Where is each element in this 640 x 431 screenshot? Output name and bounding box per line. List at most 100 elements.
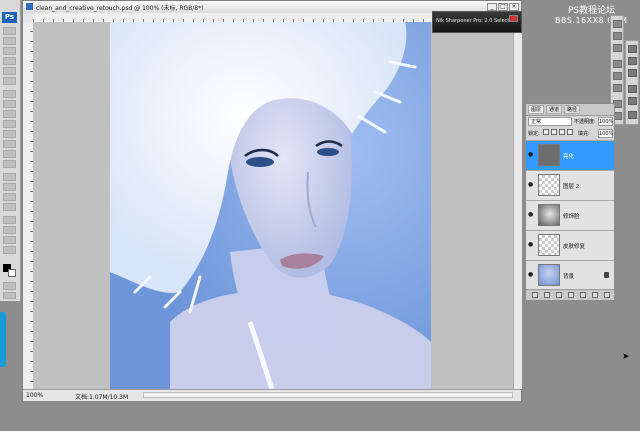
opacity-field[interactable]: 100%	[598, 117, 613, 126]
ruler-origin[interactable]	[23, 13, 33, 22]
layer-name: 背景	[563, 274, 575, 280]
panel-dock-secondary	[625, 40, 639, 125]
status-bar: 100% 文档:1.07M/10.3M	[23, 389, 521, 401]
layer-thumbnail	[538, 144, 560, 166]
new-layer-icon[interactable]	[592, 292, 598, 298]
eyedropper-tool-icon[interactable]	[3, 226, 16, 234]
layer-name: 图层 2	[563, 184, 580, 190]
fill-field[interactable]: 100%	[598, 129, 613, 138]
background-color-swatch[interactable]	[8, 269, 16, 277]
horizontal-scrollbar[interactable]	[143, 392, 513, 398]
document-size-info[interactable]: 文档:1.07M/10.3M	[75, 392, 128, 401]
link-layers-icon[interactable]	[532, 292, 538, 298]
layer-name: 亮化	[563, 154, 575, 160]
canvas-area[interactable]	[33, 22, 513, 389]
brush-tool-icon[interactable]	[3, 100, 16, 108]
shape-tool-icon[interactable]	[3, 203, 16, 211]
layer-row[interactable]: ● 修饰脸	[526, 200, 614, 231]
eraser-tool-icon[interactable]	[3, 130, 16, 138]
swatches-icon[interactable]	[613, 72, 622, 80]
paragraph-icon[interactable]	[628, 97, 637, 105]
color-icon[interactable]	[613, 60, 622, 68]
new-group-icon[interactable]	[580, 292, 586, 298]
crop-tool-icon[interactable]	[3, 67, 16, 75]
tab-paths[interactable]: 路径	[564, 105, 581, 114]
lock-all-icon[interactable]	[567, 129, 573, 135]
clone-stamp-tool-icon[interactable]	[3, 110, 16, 118]
tab-layers[interactable]: 图层	[528, 105, 545, 114]
screen-mode-icon[interactable]	[3, 292, 16, 299]
delete-layer-icon[interactable]	[604, 292, 610, 298]
quick-mask-icon[interactable]	[3, 282, 16, 290]
layer-row[interactable]: ● 皮肤修复	[526, 230, 614, 261]
layers-panel: 图层 通道 路径 正常 不透明度: 100% 锁定: 填充: 100% ● 亮化…	[525, 103, 615, 301]
notes-tool-icon[interactable]	[3, 216, 16, 224]
tool-presets-icon[interactable]	[628, 57, 637, 65]
close-icon[interactable]: ×	[509, 3, 519, 11]
path-selection-tool-icon[interactable]	[3, 193, 16, 201]
lock-position-icon[interactable]	[559, 129, 565, 135]
navigator-icon[interactable]	[613, 20, 622, 28]
ps-document-icon	[26, 3, 33, 10]
plugin-close-icon[interactable]	[509, 15, 518, 22]
minimize-icon[interactable]: _	[487, 3, 497, 11]
layer-row[interactable]: ● 背景	[526, 260, 614, 291]
history-brush-tool-icon[interactable]	[3, 120, 16, 128]
slice-tool-icon[interactable]	[3, 77, 16, 85]
lock-icon	[604, 272, 609, 278]
vertical-scrollbar[interactable]	[513, 13, 522, 389]
blend-mode-select[interactable]: 正常	[528, 117, 572, 126]
healing-brush-tool-icon[interactable]	[3, 90, 16, 98]
photoshop-logo: Ps	[2, 12, 17, 23]
blur-tool-icon[interactable]	[3, 150, 16, 158]
arrow-cursor-icon: ➤	[622, 352, 630, 362]
portrait-photo[interactable]	[110, 22, 431, 389]
layers-panel-tabs: 图层 通道 路径	[526, 104, 614, 116]
fill-label: 填充:	[578, 131, 590, 137]
lock-transparent-icon[interactable]	[543, 129, 549, 135]
eye-icon[interactable]: ●	[528, 242, 535, 248]
gradient-tool-icon[interactable]	[3, 140, 16, 148]
tab-channels[interactable]: 通道	[546, 105, 563, 114]
brushes-icon[interactable]	[628, 45, 637, 53]
layer-thumbnail	[538, 234, 560, 256]
collapsed-side-tab[interactable]	[0, 312, 6, 367]
adjustment-layer-icon[interactable]	[568, 292, 574, 298]
layer-comps-icon[interactable]	[628, 111, 637, 119]
lasso-tool-icon[interactable]	[3, 47, 16, 55]
character-icon[interactable]	[628, 85, 637, 93]
lock-image-icon[interactable]	[551, 129, 557, 135]
styles-icon[interactable]	[613, 84, 622, 92]
plugin-label: Nik Sharpener Pro: 2.0 Selective	[436, 18, 517, 24]
nik-sharpener-plugin-bar[interactable]: Nik Sharpener Pro: 2.0 Selective	[432, 11, 522, 33]
layers-panel-footer	[526, 289, 614, 300]
marquee-tool-icon[interactable]	[3, 37, 16, 45]
clone-source-icon[interactable]	[628, 69, 637, 77]
maximize-icon[interactable]: □	[498, 3, 508, 11]
zoom-level[interactable]: 100%	[26, 392, 43, 399]
layer-thumbnail	[538, 204, 560, 226]
opacity-label: 不透明度:	[574, 119, 596, 125]
info-icon[interactable]	[613, 32, 622, 40]
watermark-title: PS教程论坛	[568, 6, 616, 16]
magic-wand-tool-icon[interactable]	[3, 57, 16, 65]
layer-name: 修饰脸	[563, 214, 580, 220]
type-tool-icon[interactable]	[3, 183, 16, 191]
histogram-icon[interactable]	[613, 44, 622, 52]
eye-icon[interactable]: ●	[528, 182, 535, 188]
lock-label: 锁定:	[528, 131, 540, 137]
layer-style-icon[interactable]	[544, 292, 550, 298]
layer-row[interactable]: ● 图层 2	[526, 170, 614, 201]
layer-thumbnail	[538, 174, 560, 196]
pen-tool-icon[interactable]	[3, 173, 16, 181]
zoom-tool-icon[interactable]	[3, 246, 16, 254]
document-title: clean_and_creative_retouch.psd @ 100% (未…	[36, 5, 204, 12]
dodge-tool-icon[interactable]	[3, 160, 16, 168]
eye-icon[interactable]: ●	[528, 152, 535, 158]
layer-row[interactable]: ● 亮化	[526, 140, 614, 171]
eye-icon[interactable]: ●	[528, 272, 535, 278]
eye-icon[interactable]: ●	[528, 212, 535, 218]
hand-tool-icon[interactable]	[3, 236, 16, 244]
add-mask-icon[interactable]	[556, 292, 562, 298]
move-tool-icon[interactable]	[3, 27, 16, 35]
